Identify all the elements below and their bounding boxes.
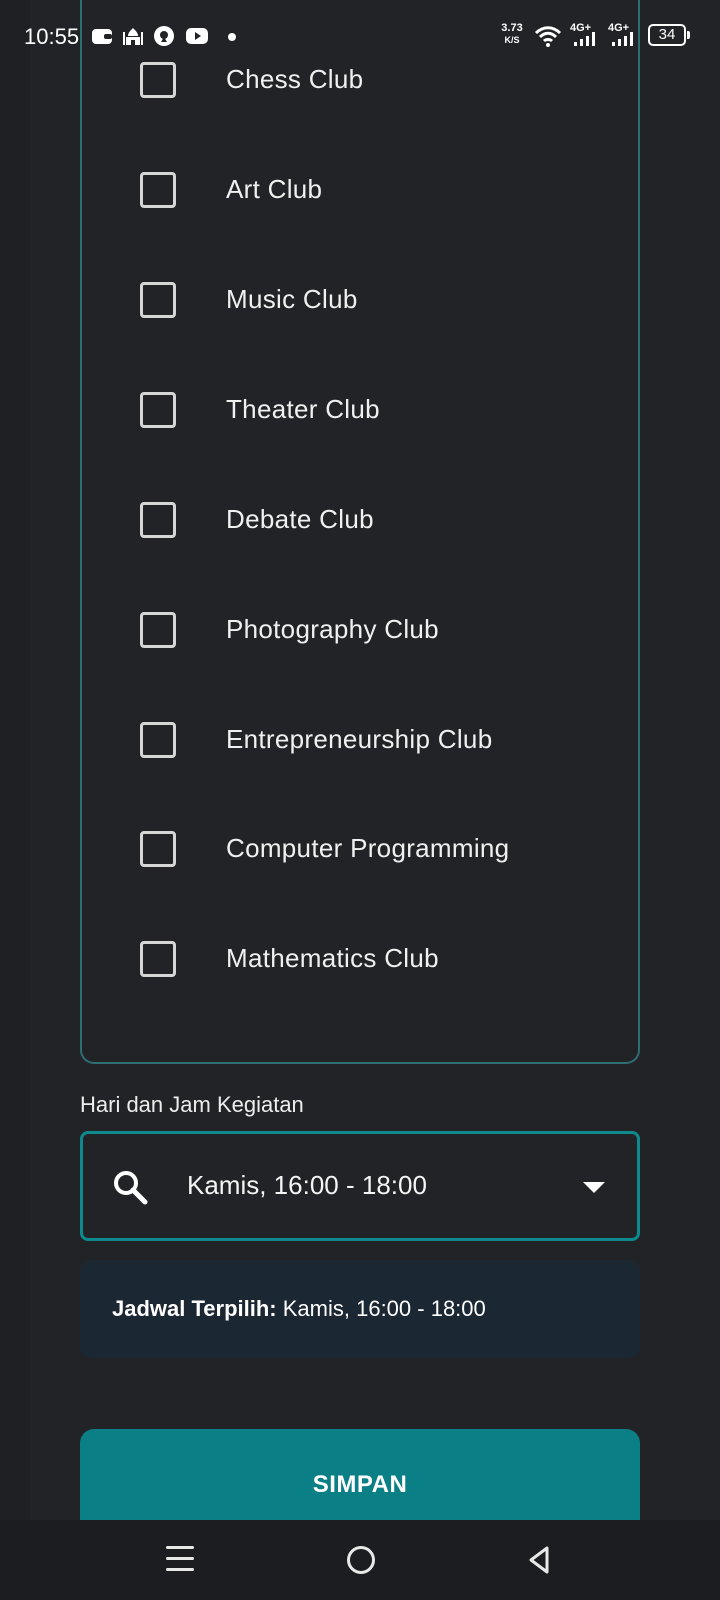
club-checkbox[interactable] bbox=[140, 941, 176, 977]
club-item[interactable]: Art Club bbox=[138, 170, 618, 218]
club-checkbox[interactable] bbox=[140, 282, 176, 318]
home-icon[interactable] bbox=[347, 1546, 375, 1574]
club-checkbox[interactable] bbox=[140, 722, 176, 758]
back-icon[interactable] bbox=[527, 1545, 551, 1575]
selected-schedule-prefix: Jadwal Terpilih: bbox=[112, 1296, 277, 1321]
club-label: Computer Programming bbox=[226, 833, 510, 863]
club-item[interactable]: Computer Programming bbox=[138, 829, 618, 877]
club-label: Chess Club bbox=[226, 64, 364, 94]
club-item[interactable]: Photography Club bbox=[138, 610, 618, 658]
selected-schedule-value: Kamis, 16:00 - 18:00 bbox=[282, 1296, 486, 1321]
schedule-value: Kamis, 16:00 - 18:00 bbox=[187, 1170, 427, 1200]
club-label: Theater Club bbox=[226, 394, 380, 424]
club-label: Entrepreneurship Club bbox=[226, 724, 493, 754]
selected-schedule-box: Jadwal Terpilih: Kamis, 16:00 - 18:00 bbox=[80, 1260, 640, 1358]
club-checkbox[interactable] bbox=[140, 502, 176, 538]
search-icon bbox=[114, 1171, 148, 1205]
screen: 10:55 3.73 K/S 4G+ 4G+ 34 Chess Club Art… bbox=[0, 0, 720, 1600]
caret-down-icon[interactable] bbox=[583, 1182, 605, 1193]
schedule-dropdown[interactable]: Kamis, 16:00 - 18:00 bbox=[80, 1131, 640, 1241]
club-label: Music Club bbox=[226, 284, 358, 314]
edge-strip bbox=[0, 0, 30, 1600]
club-item[interactable]: Debate Club bbox=[138, 500, 618, 548]
club-item[interactable]: Theater Club bbox=[138, 390, 618, 438]
schedule-field-label: Hari dan Jam Kegiatan bbox=[80, 1092, 304, 1117]
club-checkbox[interactable] bbox=[140, 172, 176, 208]
club-item[interactable]: Entrepreneurship Club bbox=[138, 720, 618, 768]
club-label: Photography Club bbox=[226, 614, 439, 644]
club-checkbox[interactable] bbox=[140, 612, 176, 648]
battery-tip bbox=[687, 31, 690, 39]
battery-indicator: 34 bbox=[648, 24, 686, 46]
status-time: 10:55 bbox=[24, 24, 80, 49]
club-label: Debate Club bbox=[226, 504, 374, 534]
club-label: Mathematics Club bbox=[226, 943, 439, 973]
club-item[interactable]: Chess Club bbox=[138, 60, 618, 108]
club-checkbox[interactable] bbox=[140, 392, 176, 428]
club-item[interactable]: Mathematics Club bbox=[138, 939, 618, 987]
club-item[interactable]: Music Club bbox=[138, 280, 618, 328]
club-label: Art Club bbox=[226, 174, 323, 204]
club-checkbox[interactable] bbox=[140, 62, 176, 98]
club-checkbox[interactable] bbox=[140, 831, 176, 867]
selected-schedule-text: Jadwal Terpilih: Kamis, 16:00 - 18:00 bbox=[112, 1296, 486, 1322]
recents-icon[interactable] bbox=[166, 1546, 194, 1574]
